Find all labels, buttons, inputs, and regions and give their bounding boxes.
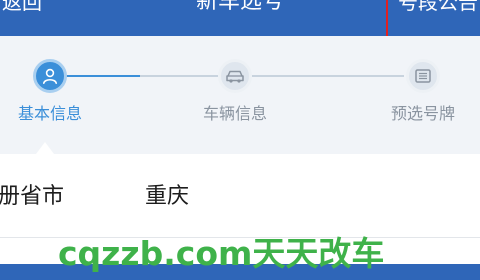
field-label: 册省市 [0,184,65,209]
registration-city-row[interactable]: 册省市 重庆 [0,154,480,238]
active-step-caret [36,142,54,154]
plate-icon [406,59,440,93]
divider [0,237,480,238]
city-select[interactable]: 重庆 [145,182,189,212]
step-indicator: 基本信息 车辆信息 预选号牌 [0,36,480,154]
car-icon [218,59,252,93]
announcement-button[interactable]: 号段公告 [398,0,478,16]
step-label: 车辆信息 [202,104,267,123]
header-bar: 返回 新车选号 号段公告 [0,0,480,36]
step-label: 基本信息 [17,104,82,123]
step-basic-info[interactable]: 基本信息 [0,36,100,154]
step-vehicle-info[interactable]: 车辆信息 [185,36,285,154]
screen: 返回 新车选号 号段公告 基本信息 车辆信息 预选号牌 册省市 重庆 cqzzb… [0,0,480,280]
step-preselect-plate[interactable]: 预选号牌 [373,36,473,154]
bottom-bar [0,264,480,280]
user-icon [33,59,67,93]
step-label: 预选号牌 [390,104,455,123]
